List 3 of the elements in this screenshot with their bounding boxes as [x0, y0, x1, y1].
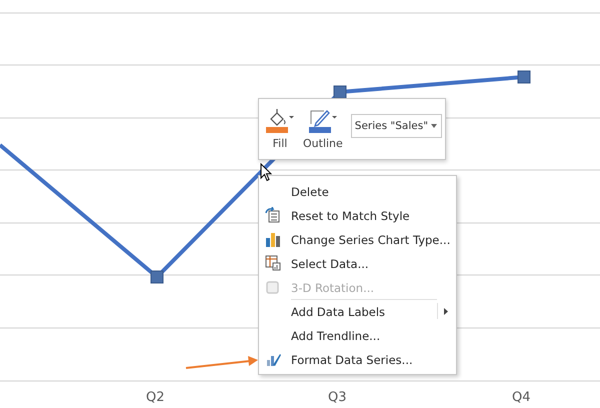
axis-label: Q3: [328, 390, 347, 405]
axis-label: Q4: [512, 390, 531, 405]
axis-label: Q2: [146, 390, 165, 405]
